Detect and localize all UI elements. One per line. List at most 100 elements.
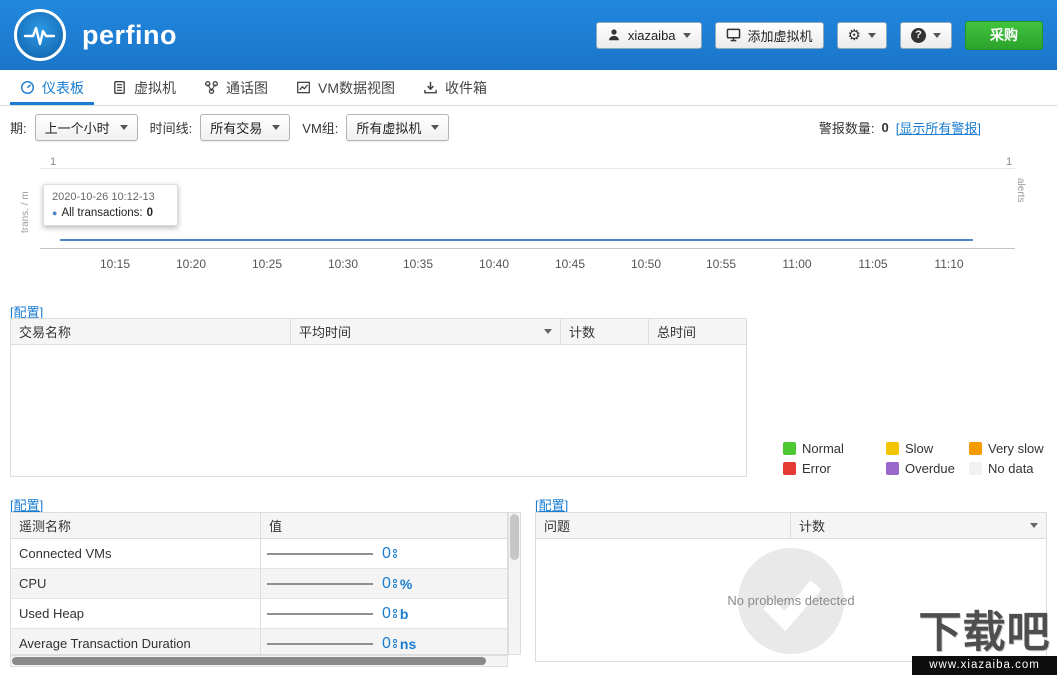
user-icon	[608, 29, 619, 41]
telemetry-value: 0	[382, 574, 391, 592]
tab-vm-data-views[interactable]: VM数据视图	[282, 70, 409, 105]
x-axis-label: 10:30	[327, 257, 359, 271]
value-marker-icon	[392, 549, 397, 558]
period-value: 上一个小时	[44, 120, 110, 136]
logo-waveform-icon	[14, 9, 66, 61]
col-telemetry-name: 遥测名称	[11, 513, 261, 538]
telemetry-name: Average Transaction Duration	[11, 629, 261, 654]
telemetry-name: Connected VMs	[11, 539, 261, 568]
horizontal-scrollbar[interactable]	[10, 655, 508, 667]
dashboard-icon	[20, 80, 35, 95]
chevron-down-icon	[868, 32, 876, 38]
vertical-scrollbar-thumb[interactable]	[510, 514, 519, 560]
x-axis-label: 11:10	[934, 257, 964, 271]
legend-swatch	[969, 442, 982, 455]
sparkline	[267, 612, 373, 615]
logo-text: perfino	[82, 19, 177, 50]
chevron-down-icon	[272, 124, 281, 130]
telemetry-row[interactable]: Used Heap 0 b	[11, 599, 507, 629]
help-button[interactable]: ?	[900, 21, 952, 49]
tab-vms[interactable]: 虚拟机	[98, 70, 190, 105]
horizontal-scrollbar-thumb[interactable]	[12, 657, 486, 665]
legend-label: No data	[988, 461, 1034, 476]
legend-item: Normal	[783, 441, 867, 456]
legend-label: Slow	[905, 441, 934, 456]
sort-dropdown-icon[interactable]	[544, 329, 552, 334]
alerts-summary: 警报数量: 0 [显示所有警报]	[819, 118, 981, 137]
col-transaction-name: 交易名称	[11, 319, 291, 344]
telemetry-row[interactable]: Connected VMs 0	[11, 539, 507, 569]
legend-item: Slow	[886, 441, 950, 456]
vm-group-value: 所有虚拟机	[356, 120, 422, 136]
chevron-down-icon	[682, 32, 691, 38]
chart-tooltip: 2020-10-26 10:12-13 ● All transactions: …	[43, 184, 178, 226]
x-axis-label: 10:55	[705, 257, 737, 271]
user-menu-label: xiazaiba	[627, 27, 676, 43]
perfino-logo: perfino	[14, 9, 177, 61]
col-average-time[interactable]: 平均时间	[291, 319, 561, 344]
telemetry-table-body: Connected VMs 0 CPU 0 % Used Heap 0 b Av…	[11, 539, 507, 654]
telemetry-row[interactable]: CPU 0 %	[11, 569, 507, 599]
telemetry-value-cell: 0	[261, 539, 507, 568]
app-header: perfino xiazaiba 添加虚拟机 ⚙ ? 采购	[0, 0, 1057, 70]
telemetry-row[interactable]: Average Transaction Duration 0 ns	[11, 629, 507, 654]
y-axis-right-label: alerts	[1015, 178, 1026, 203]
sparkline	[267, 552, 373, 555]
x-axis-label: 10:25	[251, 257, 283, 271]
x-axis-label: 10:40	[478, 257, 510, 271]
vm-group-select[interactable]: 所有虚拟机	[346, 113, 450, 141]
filter-bar: 期: 上一个小时 时间线: 所有交易 VM组: 所有虚拟机 警报数量: 0 [显…	[0, 106, 1057, 148]
chevron-down-icon	[933, 32, 941, 38]
transactions-table-header: 交易名称 平均时间 计数 总时间	[11, 319, 746, 345]
tab-label: 仪表板	[42, 79, 84, 96]
sparkline	[267, 582, 373, 585]
legend-label: Error	[802, 461, 831, 476]
buy-button[interactable]: 采购	[965, 20, 1043, 50]
problems-table-header: 问题 计数	[536, 513, 1046, 539]
call-graph-icon	[205, 81, 218, 94]
status-legend: Normal Slow Very slow Error Overdue No d…	[783, 441, 1044, 476]
col-problem: 问题	[536, 513, 791, 538]
tab-call-graph[interactable]: 通话图	[190, 70, 282, 105]
legend-item: Overdue	[886, 461, 955, 476]
xiazaiba-watermark: 下载吧 www.xiazaiba.com	[912, 610, 1057, 675]
user-menu-button[interactable]: xiazaiba	[595, 21, 702, 49]
x-axis-label: 11:00	[782, 257, 812, 271]
settings-button[interactable]: ⚙	[836, 21, 887, 49]
tab-inbox[interactable]: 收件箱	[409, 70, 501, 105]
legend-swatch	[886, 462, 899, 475]
watermark-url: www.xiazaiba.com	[912, 656, 1057, 675]
add-vm-button[interactable]: 添加虚拟机	[714, 21, 824, 49]
value-marker-icon	[392, 579, 397, 588]
x-axis-label: 10:15	[99, 257, 131, 271]
transactions-series-line	[60, 239, 973, 241]
value-marker-icon	[392, 609, 397, 618]
telemetry-unit: ns	[399, 635, 417, 652]
alerts-count-label: 警报数量:	[818, 120, 875, 136]
telemetry-value: 0	[382, 544, 391, 562]
inbox-icon	[424, 81, 437, 94]
header-actions: xiazaiba 添加虚拟机 ⚙ ? 采购	[595, 20, 1043, 50]
col-problem-count[interactable]: 计数	[791, 513, 1046, 538]
period-label: 期:	[10, 120, 27, 136]
legend-item: No data	[969, 461, 1044, 476]
telemetry-value-cell: 0 b	[261, 599, 507, 628]
chart-plot[interactable]	[40, 155, 1015, 249]
telemetry-unit: b	[399, 605, 409, 622]
sort-dropdown-icon[interactable]	[1030, 523, 1038, 528]
telemetry-value-cell: 0 ns	[261, 629, 507, 654]
col-telemetry-value: 值	[269, 519, 283, 534]
show-all-alerts-link[interactable]: [显示所有警报]	[896, 118, 981, 137]
sparkline	[267, 642, 373, 645]
period-select[interactable]: 上一个小时	[34, 113, 138, 141]
vm-icon	[114, 80, 125, 95]
legend-swatch	[783, 462, 796, 475]
timeline-select[interactable]: 所有交易	[200, 113, 291, 141]
vertical-scrollbar[interactable]	[508, 512, 521, 655]
legend-label: Overdue	[905, 461, 955, 476]
vm-group-label: VM组:	[302, 120, 339, 136]
tab-dashboard[interactable]: 仪表板	[6, 70, 98, 105]
x-axis-label: 10:35	[402, 257, 434, 271]
perfino-dashboard: perfino xiazaiba 添加虚拟机 ⚙ ? 采购 仪表板 虚拟机 通话…	[0, 0, 1057, 675]
transactions-table-body	[11, 345, 746, 478]
